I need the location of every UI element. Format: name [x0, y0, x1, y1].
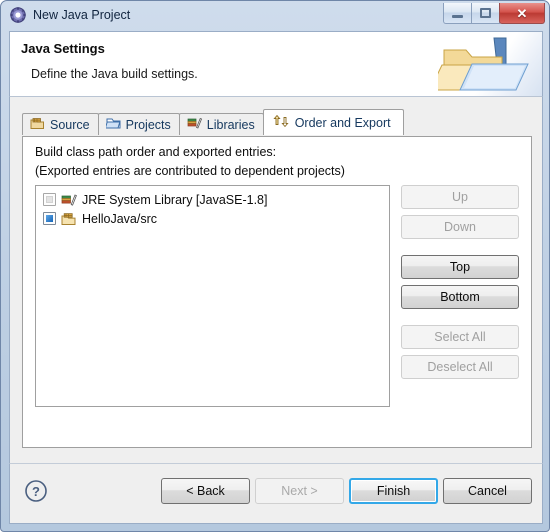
window-controls: ✕: [443, 3, 545, 24]
list-item[interactable]: HelloJava/src: [36, 209, 389, 228]
entry-checkbox[interactable]: [43, 193, 56, 206]
minimize-button[interactable]: [443, 3, 472, 24]
finish-button[interactable]: Finish: [349, 478, 438, 504]
list-item-label: HelloJava/src: [82, 211, 158, 226]
tab-projects[interactable]: Projects: [97, 113, 180, 135]
dialog-header: Java Settings Define the Java build sett…: [9, 31, 543, 96]
page-description: Define the Java build settings.: [31, 67, 198, 81]
button-spacer: [401, 245, 519, 255]
dialog-body: Source Projects Libraries Order and Expo…: [9, 96, 543, 463]
list-item-label: JRE System Library [JavaSE-1.8]: [82, 192, 268, 207]
tab-libraries-label: Libraries: [206, 117, 255, 132]
title-bar[interactable]: New Java Project ✕: [1, 1, 549, 31]
maximize-button[interactable]: [471, 3, 500, 24]
jre-library-icon: [61, 192, 77, 208]
exported-entries-note: (Exported entries are contributed to dep…: [35, 164, 345, 178]
tab-projects-label: Projects: [125, 117, 171, 132]
blue-folder-icon: [104, 116, 121, 133]
cancel-button[interactable]: Cancel: [443, 478, 532, 504]
select-all-button[interactable]: Select All: [401, 325, 519, 349]
back-button[interactable]: < Back: [161, 478, 250, 504]
tab-libraries[interactable]: Libraries: [178, 113, 264, 135]
close-icon: ✕: [516, 5, 528, 21]
java-folder-icon: [429, 34, 534, 96]
build-order-label: Build class path order and exported entr…: [35, 145, 277, 159]
tab-order-and-export-label: Order and Export: [294, 115, 391, 130]
classpath-entries-list[interactable]: JRE System Library [JavaSE-1.8] HelloJav…: [35, 185, 390, 407]
help-question-icon[interactable]: ?: [24, 479, 48, 503]
order-arrows-icon: [273, 114, 290, 131]
list-item[interactable]: JRE System Library [JavaSE-1.8]: [36, 190, 389, 209]
down-button[interactable]: Down: [401, 215, 519, 239]
books-icon: [187, 116, 202, 133]
button-spacer: [401, 315, 519, 325]
tab-panel-order-and-export: Build class path order and exported entr…: [22, 136, 532, 448]
window-title: New Java Project: [33, 8, 131, 22]
package-folder-icon: [30, 116, 45, 133]
tab-strip: Source Projects Libraries Order and Expo…: [22, 109, 404, 135]
tab-source[interactable]: Source: [22, 113, 99, 135]
maximize-icon: [480, 8, 491, 18]
next-button[interactable]: Next >: [255, 478, 344, 504]
minimize-icon: [452, 14, 463, 18]
title-bar-left: New Java Project: [10, 7, 130, 23]
deselect-all-button[interactable]: Deselect All: [401, 355, 519, 379]
order-buttons-group: Up Down Top Bottom Select All Deselect A…: [401, 185, 519, 385]
source-package-icon: [61, 211, 77, 227]
java-gear-icon: [10, 7, 26, 23]
top-button[interactable]: Top: [401, 255, 519, 279]
close-button[interactable]: ✕: [499, 3, 545, 24]
tab-source-label: Source: [50, 117, 90, 132]
up-button[interactable]: Up: [401, 185, 519, 209]
new-java-project-dialog: New Java Project ✕ Java Settings Define …: [0, 0, 550, 532]
entry-checkbox[interactable]: [43, 212, 56, 225]
bottom-button[interactable]: Bottom: [401, 285, 519, 309]
tab-order-and-export[interactable]: Order and Export: [262, 109, 404, 135]
page-title: Java Settings: [21, 41, 105, 56]
wizard-buttons: < Back Next > Finish Cancel: [161, 478, 532, 504]
svg-text:?: ?: [32, 484, 40, 499]
dialog-footer: ? < Back Next > Finish Cancel: [9, 463, 543, 524]
